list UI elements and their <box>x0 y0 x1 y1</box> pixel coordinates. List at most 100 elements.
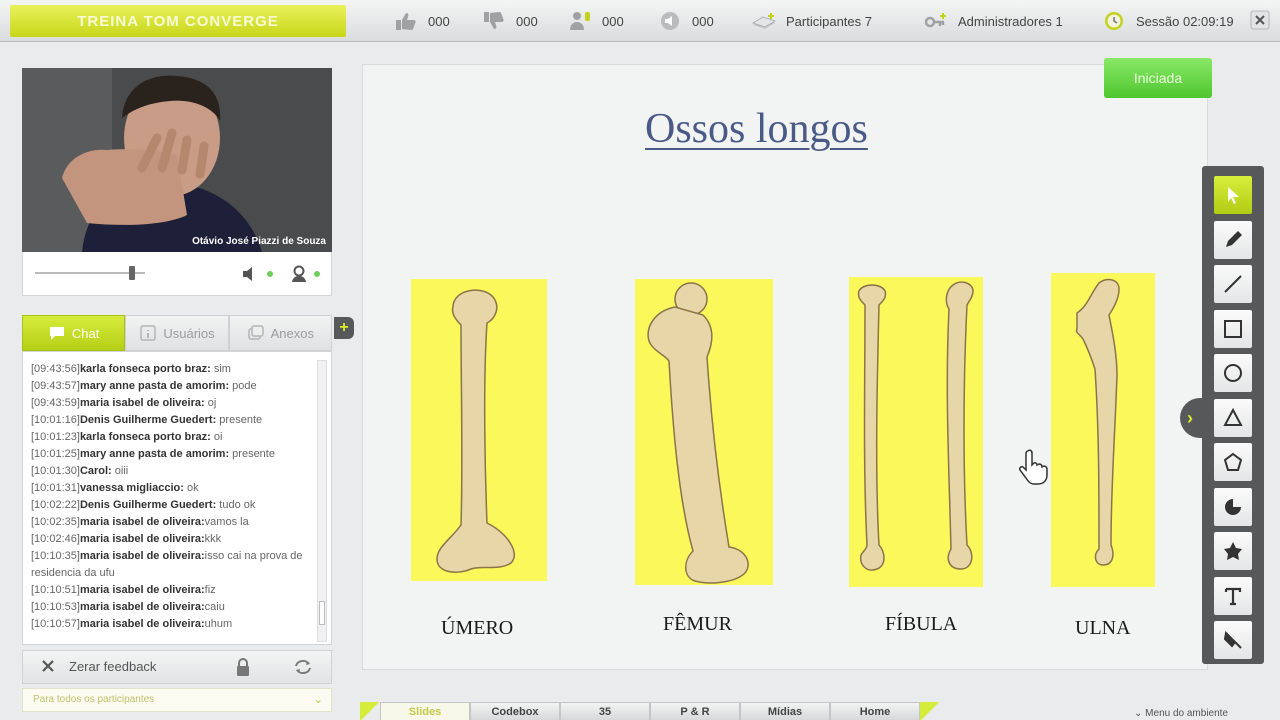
chat-message-time: [10:01:23] <box>31 431 80 443</box>
bone-label-femur: FÊMUR <box>663 613 732 635</box>
volume-slider-handle[interactable] <box>129 266 135 280</box>
attachment-icon <box>247 325 264 340</box>
chat-message-author: karla fonseca porto braz: <box>79 431 211 443</box>
refresh-icon[interactable] <box>293 658 313 676</box>
chat-message: [10:01:16]Denis Guilherme Guedert: prese… <box>31 412 313 429</box>
tool-circle[interactable] <box>1214 354 1252 392</box>
bone-label-ulna: ULNA <box>1075 617 1131 639</box>
presentation-slide: Ossos longos ÚMERO FÊMUR FÍBULA ULNA <box>362 64 1208 670</box>
tool-pentagon[interactable] <box>1214 443 1252 481</box>
participants-button[interactable]: Participantes 7 <box>752 10 872 32</box>
chat-message-time: [10:10:57] <box>31 618 80 630</box>
environment-menu[interactable]: ⌄ Menu do ambiente <box>1134 708 1228 719</box>
tab-attachments[interactable]: Anexos <box>228 315 332 351</box>
likes-counter[interactable]: 000 <box>394 10 450 32</box>
triangle-icon <box>1223 407 1243 426</box>
chat-message: [09:43:59]maria isabel de oliveira: oj <box>31 395 313 412</box>
drawing-toolbar <box>1202 166 1264 664</box>
chat-message-author: maria isabel de oliveira: <box>79 618 205 630</box>
chevron-down-icon: ⌄ <box>1134 708 1146 719</box>
tool-star[interactable] <box>1214 532 1252 570</box>
tab-codebox[interactable]: Codebox <box>470 702 560 720</box>
expand-panel-button[interactable]: + <box>334 317 354 339</box>
volume-icon[interactable] <box>241 265 259 283</box>
tab-home[interactable]: Home <box>830 702 920 720</box>
chevron-right-icon: › <box>1187 408 1193 428</box>
chat-message-author: maria isabel de oliveira: <box>79 533 205 545</box>
audience-select[interactable]: Para todos os participantes ⌄ <box>22 688 332 712</box>
user-icon[interactable] <box>291 265 307 283</box>
reset-feedback-button[interactable]: Zerar feedback <box>69 659 156 674</box>
close-icon[interactable] <box>1250 10 1270 30</box>
dislikes-counter[interactable]: 000 <box>482 10 538 32</box>
tool-rectangle[interactable] <box>1214 309 1252 348</box>
raise-hand-icon <box>568 11 592 31</box>
tab-35[interactable]: 35 <box>560 702 650 720</box>
chat-message-author: maria isabel de oliveira: <box>79 601 205 613</box>
chat-message-time: [09:43:59] <box>31 397 80 409</box>
chat-message-time: [09:43:56] <box>31 363 80 375</box>
chat-message: [10:10:53]maria isabel de oliveira:caiu <box>31 599 313 616</box>
audio-counter[interactable]: 000 <box>658 10 714 32</box>
tab-media[interactable]: Mídias <box>740 702 830 720</box>
chat-message-author: maria isabel de oliveira: <box>79 516 205 528</box>
tab-users[interactable]: Usuários <box>125 315 229 351</box>
tool-eraser[interactable] <box>1214 621 1252 659</box>
tool-line[interactable] <box>1214 265 1252 303</box>
chat-message-text: tudo ok <box>216 499 256 511</box>
plus-icon: + <box>339 319 349 336</box>
hands-counter[interactable]: 000 <box>568 10 624 32</box>
tab-slides[interactable]: Slides <box>380 702 470 720</box>
chat-message-time: [09:43:57] <box>31 380 80 392</box>
chat-message-text: ok <box>183 482 199 494</box>
tool-triangle[interactable] <box>1214 398 1252 437</box>
chat-message: [10:02:46]maria isabel de oliveira:kkk <box>31 531 313 548</box>
pencil-icon <box>1226 230 1242 247</box>
rectangle-icon <box>1224 319 1242 338</box>
bone-humerus-image <box>411 279 547 581</box>
bottom-tabs: Slides Codebox 35 P & R Mídias Home <box>360 702 940 720</box>
tool-pie[interactable] <box>1214 487 1252 526</box>
chat-scrollbar[interactable] <box>317 360 327 642</box>
tool-text[interactable] <box>1214 576 1252 615</box>
session-started-button[interactable]: Iniciada <box>1104 58 1212 98</box>
close-icon[interactable] <box>41 659 55 673</box>
bone-fibula-image <box>849 277 983 587</box>
chevron-down-icon: ⌄ <box>313 694 323 706</box>
feedback-bar: Zerar feedback <box>22 650 332 684</box>
text-icon <box>1224 587 1242 605</box>
chat-message-author: karla fonseca porto braz: <box>79 363 211 375</box>
session-timer: Sessão 02:09:19 <box>1102 10 1234 32</box>
chat-message-text: presente <box>216 414 263 426</box>
chat-message: [10:01:31]vanessa migliaccio: ok <box>31 480 313 497</box>
app-brand: TREINA TOM CONVERGE <box>10 5 346 37</box>
bone-femur-image <box>635 279 773 585</box>
chat-message-time: [10:10:51] <box>31 584 80 596</box>
chat-message-author: mary anne pasta de amorim: <box>79 448 230 460</box>
chat-message-author: maria isabel de oliveira: <box>79 550 205 562</box>
line-icon <box>1224 275 1242 293</box>
chat-message-author: Denis Guilherme Guedert: <box>79 499 217 511</box>
eraser-icon <box>1223 630 1242 649</box>
lock-icon[interactable] <box>235 657 251 677</box>
tab-qa[interactable]: P & R <box>650 702 740 720</box>
chat-bubble-icon <box>49 327 64 340</box>
presenter-name: Otávio José Piazzi de Souza <box>192 236 326 247</box>
chat-message-author: maria isabel de oliveira: <box>79 584 205 596</box>
chat-message-text: oi <box>210 431 223 443</box>
pie-icon <box>1225 498 1241 515</box>
chat-message-time: [10:10:53] <box>31 601 80 613</box>
bone-label-humerus: ÚMERO <box>441 617 514 639</box>
pentagon-icon <box>1223 452 1243 471</box>
tool-select[interactable] <box>1214 176 1252 214</box>
admins-button[interactable]: Administradores 1 <box>924 10 1063 32</box>
chat-scroll-thumb[interactable] <box>319 601 325 625</box>
speaker-icon <box>658 11 682 31</box>
mouse-pointer-icon <box>1019 449 1048 485</box>
tab-edge <box>360 702 380 720</box>
tool-pencil[interactable] <box>1214 220 1252 259</box>
users-icon <box>140 325 157 341</box>
chat-message: [10:01:25]mary anne pasta de amorim: pre… <box>31 446 313 463</box>
tab-chat[interactable]: Chat <box>22 315 126 351</box>
chat-message-text: kkk <box>204 533 222 545</box>
